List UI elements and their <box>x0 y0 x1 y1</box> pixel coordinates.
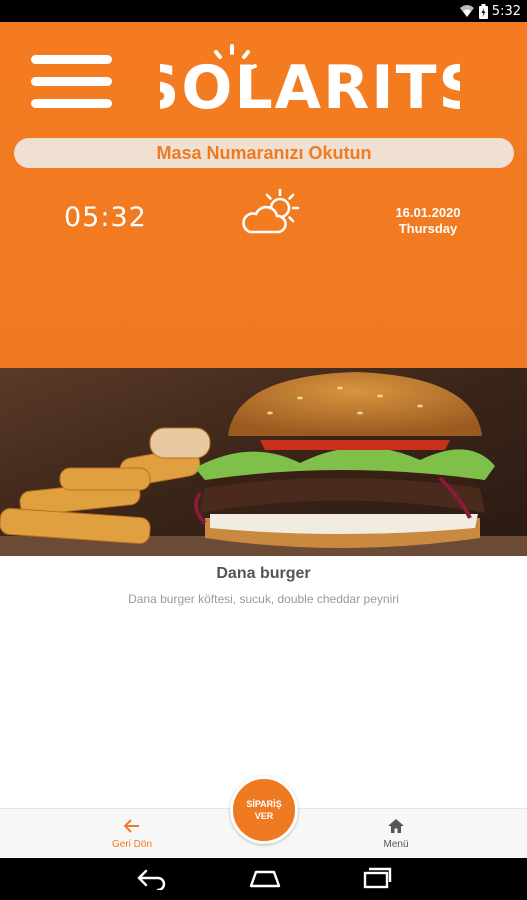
menu-button[interactable]: Menü <box>356 819 436 850</box>
product-name: Dana burger <box>216 565 311 582</box>
status-bar: 5:32 <box>0 0 527 22</box>
logo-text: SOLARITS <box>160 53 460 120</box>
scan-table-label: Masa Numaranızı Okutun <box>156 142 372 163</box>
wifi-icon <box>459 5 474 17</box>
order-label: SİPARİŞ VER <box>246 799 282 821</box>
home-icon <box>388 819 404 833</box>
status-time: 5:32 <box>491 3 521 19</box>
date-display: 16.01.2020 Thursday <box>375 205 481 237</box>
status-icons: 5:32 <box>459 2 521 20</box>
clock: 05:32 <box>64 202 147 233</box>
place-order-button[interactable]: SİPARİŞ VER <box>230 776 298 844</box>
hamburger-menu-icon[interactable] <box>31 55 112 109</box>
product-image <box>0 368 527 556</box>
battery-icon <box>478 3 488 19</box>
solarits-logo: SOLARITS <box>160 44 460 120</box>
system-home-icon[interactable] <box>248 866 282 890</box>
system-back-icon[interactable] <box>136 866 168 890</box>
menu-label: Menü <box>383 839 409 850</box>
system-navigation-bar <box>0 858 527 900</box>
system-recents-icon[interactable] <box>362 866 392 890</box>
day-text: Thursday <box>398 221 458 236</box>
date-text: 16.01.2020 <box>395 205 461 220</box>
back-button[interactable]: Geri Dön <box>92 819 172 850</box>
arrow-left-icon <box>123 819 139 833</box>
back-label: Geri Dön <box>111 839 152 850</box>
product-description: Dana burger köftesi, sucuk, double chedd… <box>128 592 399 606</box>
app-header: SOLARITS Masa Numaranızı Okutun 05:32 16… <box>0 22 527 368</box>
partly-sunny-icon <box>242 188 300 234</box>
scan-table-button[interactable]: Masa Numaranızı Okutun <box>14 138 514 168</box>
